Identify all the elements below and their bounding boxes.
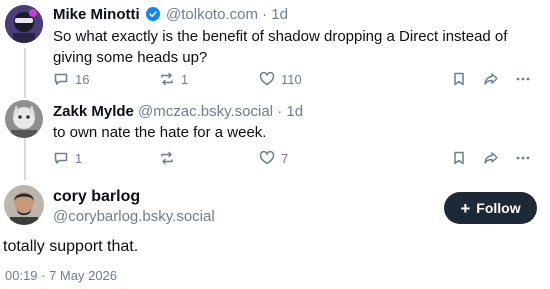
share-icon [484, 152, 498, 164]
author-handle[interactable]: @corybarlog.bsky.social [53, 208, 215, 225]
share-button[interactable] [483, 71, 499, 92]
repost-button[interactable] [159, 150, 181, 166]
like-button[interactable]: 110 [259, 71, 302, 87]
follow-label: Follow [476, 200, 521, 216]
share-icon [484, 73, 498, 85]
post-text: totally support that. [3, 238, 139, 255]
repost-button[interactable]: 1 [159, 71, 188, 87]
avatar-image [5, 5, 43, 43]
bookmark-icon [454, 151, 464, 165]
separator-dot: · [262, 6, 268, 23]
repost-icon [161, 151, 173, 165]
post-timestamp[interactable]: 00:19 · 7 May 2026 [5, 268, 117, 283]
verified-badge-icon [145, 7, 160, 27]
like-button[interactable]: 7 [259, 150, 288, 166]
repost-icon [161, 72, 173, 86]
bookmark-button[interactable] [451, 71, 467, 92]
avatar-image [5, 100, 43, 138]
repost-count: 1 [181, 71, 189, 87]
more-options-button[interactable] [515, 71, 531, 92]
more-icon [516, 156, 530, 160]
heart-icon [259, 71, 275, 86]
avatar[interactable] [5, 5, 43, 43]
author-handle[interactable]: @mczac.bsky.social [138, 103, 273, 120]
avatar[interactable] [5, 100, 43, 138]
reply-button[interactable]: 16 [53, 71, 89, 87]
post-time[interactable]: 1d [286, 103, 303, 120]
post-header: Zakk Mylde @mczac.bsky.social · 1d [53, 102, 303, 122]
share-button[interactable] [483, 150, 499, 171]
post-text: So what exactly is the benefit of shadow… [53, 28, 508, 66]
reply-icon [54, 73, 68, 85]
plus-icon: + [460, 198, 471, 218]
separator-dot: · [277, 103, 283, 120]
thread-line [24, 138, 26, 180]
post-actions: 1 7 [53, 150, 533, 170]
post-header: Mike Minotti @tolkoto.com · 1d [53, 5, 288, 27]
author-name[interactable]: cory barlog [53, 188, 140, 206]
author-name[interactable]: Mike Minotti [53, 6, 140, 23]
more-icon [516, 77, 530, 81]
post-text: to own nate the hate for a week. [53, 124, 267, 141]
reply-count: 1 [75, 150, 83, 166]
reply-button[interactable]: 1 [53, 150, 82, 166]
reply-icon [54, 152, 68, 164]
heart-icon [259, 150, 275, 165]
bookmark-icon [454, 72, 464, 86]
author-name[interactable]: Zakk Mylde [53, 103, 134, 120]
post-time[interactable]: 1d [271, 6, 288, 23]
more-options-button[interactable] [515, 150, 531, 171]
post-actions: 16 1 110 [53, 71, 533, 91]
author-handle[interactable]: @tolkoto.com [166, 6, 258, 23]
avatar-image [4, 185, 44, 225]
bookmark-button[interactable] [451, 150, 467, 171]
like-count: 7 [281, 150, 289, 166]
like-count: 110 [281, 71, 302, 87]
thread-line [24, 48, 26, 98]
avatar[interactable] [4, 185, 44, 225]
follow-button[interactable]: + Follow [444, 192, 537, 224]
reply-count: 16 [75, 71, 90, 87]
